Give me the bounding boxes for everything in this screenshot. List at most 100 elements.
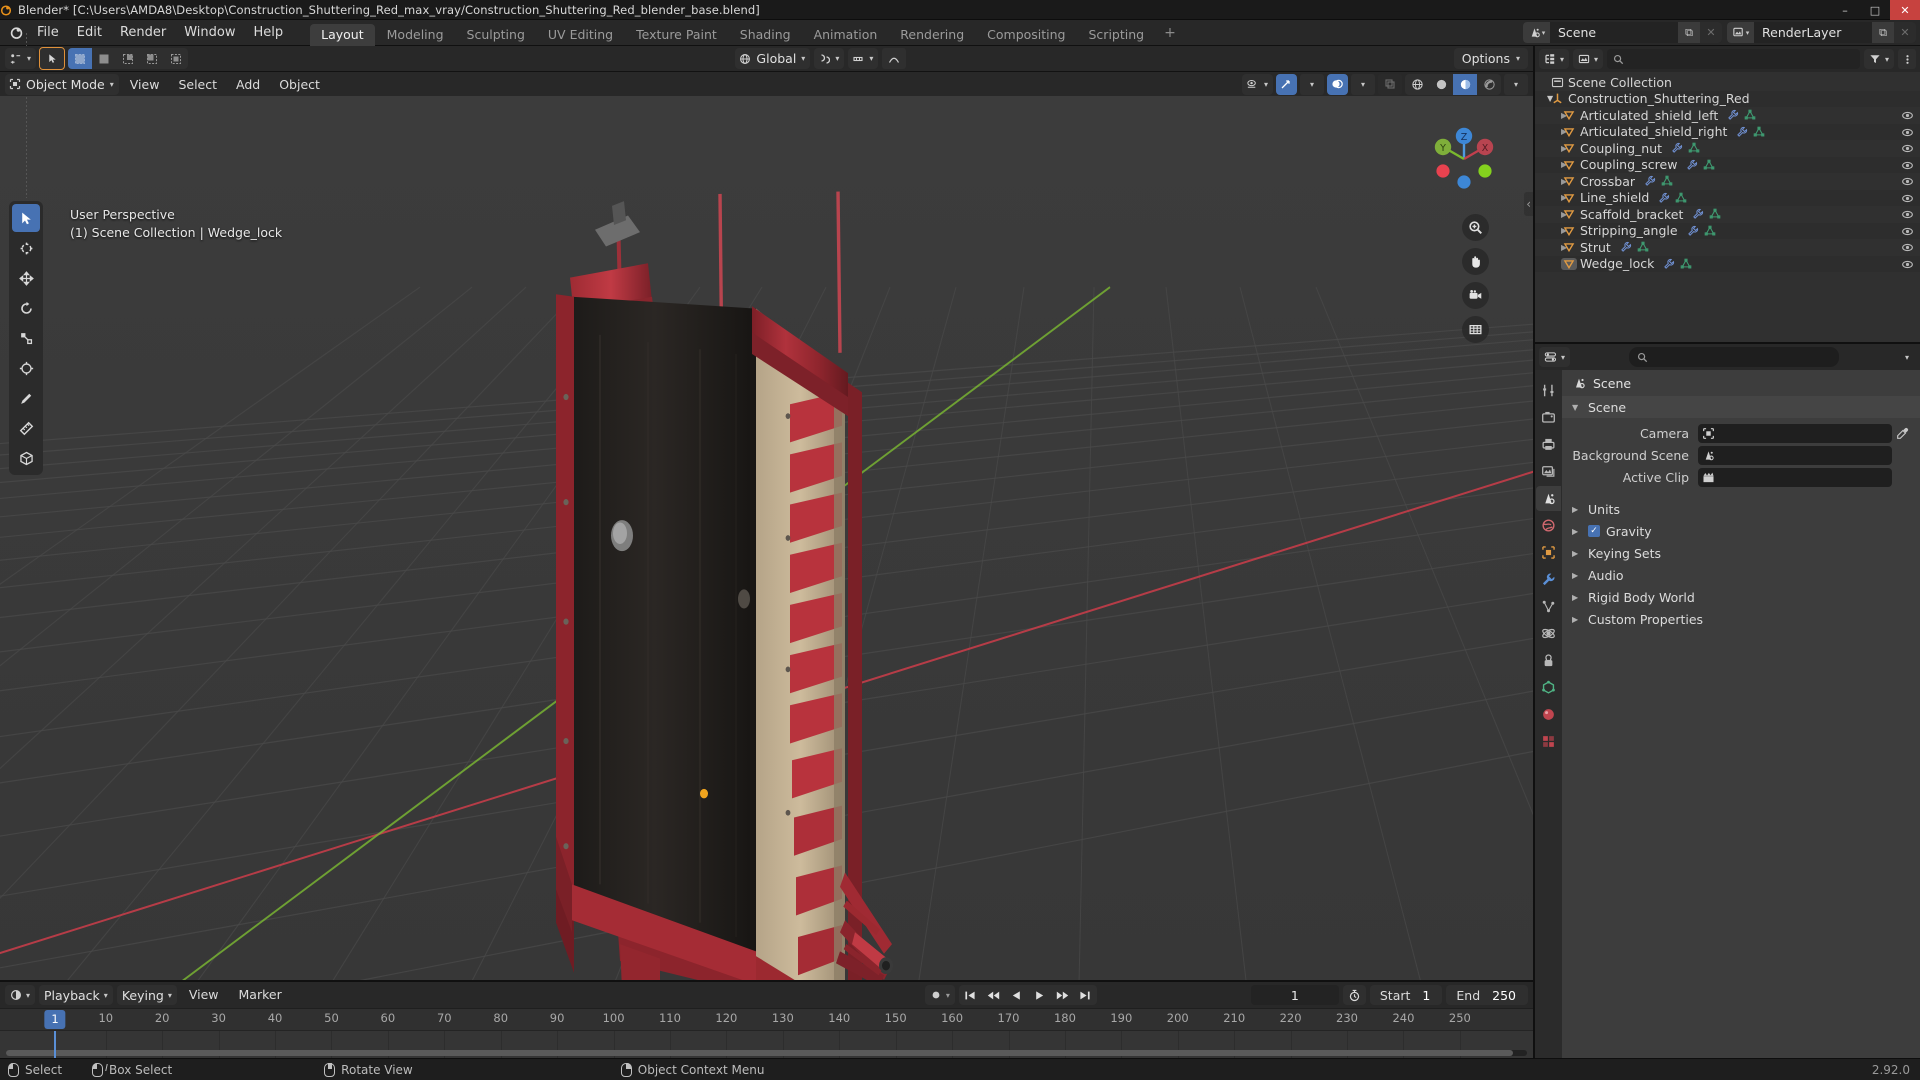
mesh-data-icon[interactable] [1680, 258, 1692, 270]
blender-menu-icon[interactable] [4, 25, 28, 40]
rendered-shading-button[interactable] [1477, 74, 1501, 95]
scene-selector[interactable]: ▾ Scene ⧉ ✕ [1523, 22, 1722, 43]
annotate-tool[interactable] [12, 384, 40, 412]
solid-shading-button[interactable] [1429, 74, 1453, 95]
tweak-select-tool[interactable] [12, 204, 40, 232]
properties-tab-render[interactable] [1536, 405, 1561, 430]
proportional-falloff-button[interactable] [882, 48, 907, 69]
outliner-display-mode[interactable]: ▾ [1573, 49, 1604, 69]
visibility-toggle-icon[interactable] [1901, 208, 1914, 221]
menu-window[interactable]: Window [175, 20, 244, 46]
wireframe-shading-button[interactable] [1405, 74, 1429, 95]
xray-toggle[interactable] [1378, 73, 1402, 95]
modifier-icon[interactable] [1727, 109, 1739, 121]
disclosure-triangle[interactable]: ▶ [1535, 160, 1567, 169]
panel-header-keying-sets[interactable]: ▶ Keying Sets [1562, 542, 1920, 564]
properties-tab-constraints[interactable] [1536, 648, 1561, 673]
modifier-icon[interactable] [1644, 175, 1656, 187]
timeline-editor-type[interactable]: ▾ [5, 985, 36, 1005]
outliner-row-object[interactable]: ▶ Scaffold_bracket [1535, 206, 1920, 223]
visibility-toggle-icon[interactable] [1901, 142, 1914, 155]
play-reverse-icon[interactable] [1005, 985, 1028, 1005]
workspace-tab-layout[interactable]: Layout [310, 23, 375, 46]
unlink-scene-button[interactable]: ✕ [1700, 22, 1722, 43]
select-set-button[interactable] [68, 48, 93, 69]
properties-tab-particles[interactable] [1536, 594, 1561, 619]
disclosure-triangle[interactable]: ▶ [1535, 210, 1567, 219]
visibility-toggle-icon[interactable] [1901, 241, 1914, 254]
outliner-row-object[interactable]: ▶ Wedge_lock [1535, 255, 1920, 272]
modifier-icon[interactable] [1620, 241, 1632, 253]
visibility-toggle-icon[interactable] [1901, 159, 1914, 172]
disclosure-triangle[interactable]: ▶ [1535, 226, 1567, 235]
editor-type-selector[interactable]: ▾ [5, 48, 37, 69]
cursor-tool[interactable] [12, 234, 40, 262]
timeline-menu-marker[interactable]: Marker [231, 985, 290, 1005]
prev-keyframe-icon[interactable] [982, 985, 1005, 1005]
move-tool[interactable] [12, 264, 40, 292]
maximize-button[interactable]: □ [1860, 0, 1890, 20]
modifier-icon[interactable] [1687, 225, 1699, 237]
playhead-frame-label[interactable]: 1 [44, 1010, 66, 1029]
new-scene-button[interactable]: ⧉ [1678, 22, 1700, 43]
panel-header-custom-properties[interactable]: ▶ Custom Properties [1562, 608, 1920, 630]
camera-eyedropper-button[interactable] [1892, 427, 1912, 440]
outliner-row-collection[interactable]: ▼ Construction_Shuttering_Red [1535, 90, 1920, 107]
frame-range-end[interactable]: End 250 [1446, 985, 1528, 1005]
sidebar-toggle-arrow[interactable]: ‹ [1524, 192, 1533, 216]
select-intersect-button[interactable] [164, 48, 188, 69]
workspace-tab-shading[interactable]: Shading [729, 24, 802, 46]
transform-orientation-selector[interactable]: Global ▾ [735, 48, 811, 69]
mesh-data-icon[interactable] [1675, 192, 1687, 204]
outliner-row-object[interactable]: ▶ Articulated_shield_left [1535, 107, 1920, 124]
properties-search-input[interactable] [1629, 347, 1839, 367]
modifier-icon[interactable] [1658, 192, 1670, 204]
measure-tool[interactable] [12, 414, 40, 442]
disclosure-triangle[interactable]: ▶ [1535, 259, 1567, 268]
visibility-toggle-icon[interactable] [1901, 192, 1914, 205]
camera-view-icon[interactable] [1462, 282, 1489, 309]
proportional-edit-selector[interactable]: ▾ [848, 48, 879, 69]
mesh-data-icon[interactable] [1709, 208, 1721, 220]
interaction-mode-selector[interactable]: Object Mode ▾ [5, 73, 119, 95]
new-view-layer-button[interactable]: ⧉ [1872, 22, 1894, 43]
disclosure-triangle[interactable]: ▼ [1535, 94, 1553, 103]
mesh-data-icon[interactable] [1637, 241, 1649, 253]
minimize-button[interactable]: – [1830, 0, 1860, 20]
playback-menu[interactable]: Playback ▾ [39, 985, 113, 1005]
mesh-data-icon[interactable] [1704, 225, 1716, 237]
select-subtract-button[interactable] [116, 48, 140, 69]
visibility-toggle-icon[interactable] [1901, 126, 1914, 139]
panel-header-units[interactable]: ▶ Units [1562, 498, 1920, 520]
shading-options-dropdown[interactable]: ▾ [1504, 73, 1528, 95]
outliner-options-button[interactable] [1898, 49, 1916, 69]
modifier-icon[interactable] [1686, 159, 1698, 171]
modifier-icon[interactable] [1663, 258, 1675, 270]
disclosure-triangle[interactable]: ▶ [1535, 193, 1567, 202]
tweak-tool-button[interactable] [39, 47, 66, 70]
current-frame-field[interactable]: 1 [1250, 985, 1339, 1005]
rotate-tool[interactable] [12, 294, 40, 322]
outliner-row-object[interactable]: ▶ Coupling_nut [1535, 140, 1920, 157]
disclosure-triangle[interactable]: ▶ [1535, 177, 1567, 186]
keying-menu[interactable]: Keying ▾ [116, 985, 177, 1005]
outliner-row-object[interactable]: ▶ Strut [1535, 239, 1920, 256]
panel-header-scene[interactable]: ▼ Scene [1562, 396, 1920, 418]
mesh-data-icon[interactable] [1688, 142, 1700, 154]
close-button[interactable]: ✕ [1890, 0, 1920, 20]
viewport-3d[interactable]: ▾ Global ▾ ▾ ▾ Options ▾ Object Mode ▾ V… [0, 46, 1533, 980]
background-scene-field[interactable] [1698, 446, 1892, 465]
frame-range-start[interactable]: Start 1 [1369, 985, 1443, 1005]
properties-tab-texture[interactable] [1536, 729, 1561, 754]
disclosure-triangle[interactable]: ▶ [1535, 144, 1567, 153]
panel-header-audio[interactable]: ▶ Audio [1562, 564, 1920, 586]
remove-view-layer-button[interactable]: ✕ [1894, 22, 1916, 43]
workspace-tab-scripting[interactable]: Scripting [1078, 24, 1156, 46]
outliner-row-object[interactable]: ▶ Line_shield [1535, 189, 1920, 206]
camera-field[interactable] [1698, 424, 1892, 443]
active-clip-field[interactable] [1698, 468, 1892, 487]
mesh-data-icon[interactable] [1703, 159, 1715, 171]
properties-tab-modifier[interactable] [1536, 567, 1561, 592]
outliner-filter-button[interactable]: ▾ [1863, 49, 1894, 69]
properties-tab-scene[interactable] [1536, 486, 1561, 511]
